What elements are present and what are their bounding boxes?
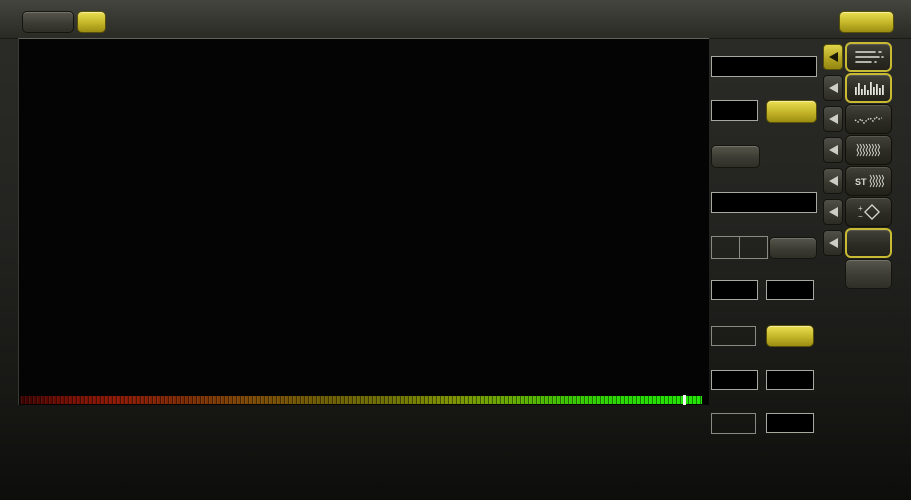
- spectrum-plot: [19, 39, 709, 405]
- spectrum-display[interactable]: [18, 38, 709, 405]
- left-triangle-icon: [828, 83, 838, 93]
- color-strip-marker: [683, 395, 686, 405]
- view-select-arrow-6[interactable]: [823, 199, 843, 225]
- svg-text:ST: ST: [855, 177, 867, 187]
- bottom-color-swatch[interactable]: [711, 413, 756, 434]
- tool-spectrum-bars-button[interactable]: [845, 73, 892, 103]
- tool-stripes-button[interactable]: [845, 135, 892, 165]
- view-select-arrow-2[interactable]: [823, 75, 843, 101]
- time-field[interactable]: [766, 280, 814, 300]
- preset-field[interactable]: [711, 56, 817, 77]
- meter-db-scale: [36, 459, 686, 472]
- svg-text:−: −: [858, 212, 863, 221]
- left-triangle-icon: [828, 238, 838, 248]
- fallback-field[interactable]: [766, 370, 814, 390]
- left-triangle-icon: [828, 114, 838, 124]
- horiz-button[interactable]: [766, 100, 817, 123]
- left-triangle-icon: [828, 145, 838, 155]
- tool-split-view-button[interactable]: [845, 228, 892, 258]
- left-triangle-icon: [828, 52, 838, 62]
- full-scale-field[interactable]: [711, 100, 758, 121]
- spectrum-bars-icon: [854, 82, 884, 95]
- left-triangle-icon: [828, 207, 838, 217]
- view-select-arrow-1[interactable]: [823, 44, 843, 70]
- split1-field[interactable]: [711, 280, 758, 300]
- top-color-swatch-white[interactable]: [739, 236, 768, 259]
- view-select-arrow-5[interactable]: [823, 168, 843, 194]
- pan-diamond-icon: + −: [858, 204, 880, 221]
- middle-color-swatch[interactable]: [711, 326, 756, 346]
- spectrum-lines-icon: [854, 51, 884, 63]
- left-triangle-icon: [828, 176, 838, 186]
- tool-pan-diamond-button[interactable]: + −: [845, 197, 892, 227]
- horizontal-arrows-button[interactable]: [77, 11, 106, 33]
- tool-spectrum-lines-button[interactable]: [845, 42, 892, 72]
- clear-button[interactable]: [22, 11, 74, 33]
- top-color-swatch-red[interactable]: [711, 236, 740, 259]
- tool-stereo-stripes-button[interactable]: ST: [845, 166, 892, 196]
- stereo-stripes-icon: ST: [855, 174, 884, 188]
- spectrum-color-strip: [20, 396, 702, 404]
- freeze-button[interactable]: [711, 145, 760, 168]
- display-style-field[interactable]: [711, 192, 817, 213]
- view-select-arrow-7[interactable]: [823, 230, 843, 256]
- stats-setup-button[interactable]: [845, 259, 892, 289]
- split2-field[interactable]: [711, 370, 758, 390]
- override-infinite-button[interactable]: [769, 237, 817, 259]
- scatter-wave-icon: [854, 116, 882, 125]
- view-select-arrow-4[interactable]: [823, 137, 843, 163]
- view-select-arrow-3[interactable]: [823, 106, 843, 132]
- peak-hold-button[interactable]: [766, 325, 814, 347]
- stereo-level-meter: [36, 419, 665, 460]
- app-logo: [540, 9, 820, 31]
- stripes-icon: [855, 143, 880, 157]
- link-button[interactable]: [839, 11, 894, 33]
- tool-scatter-wave-button[interactable]: [845, 104, 892, 134]
- response-field[interactable]: [766, 413, 814, 433]
